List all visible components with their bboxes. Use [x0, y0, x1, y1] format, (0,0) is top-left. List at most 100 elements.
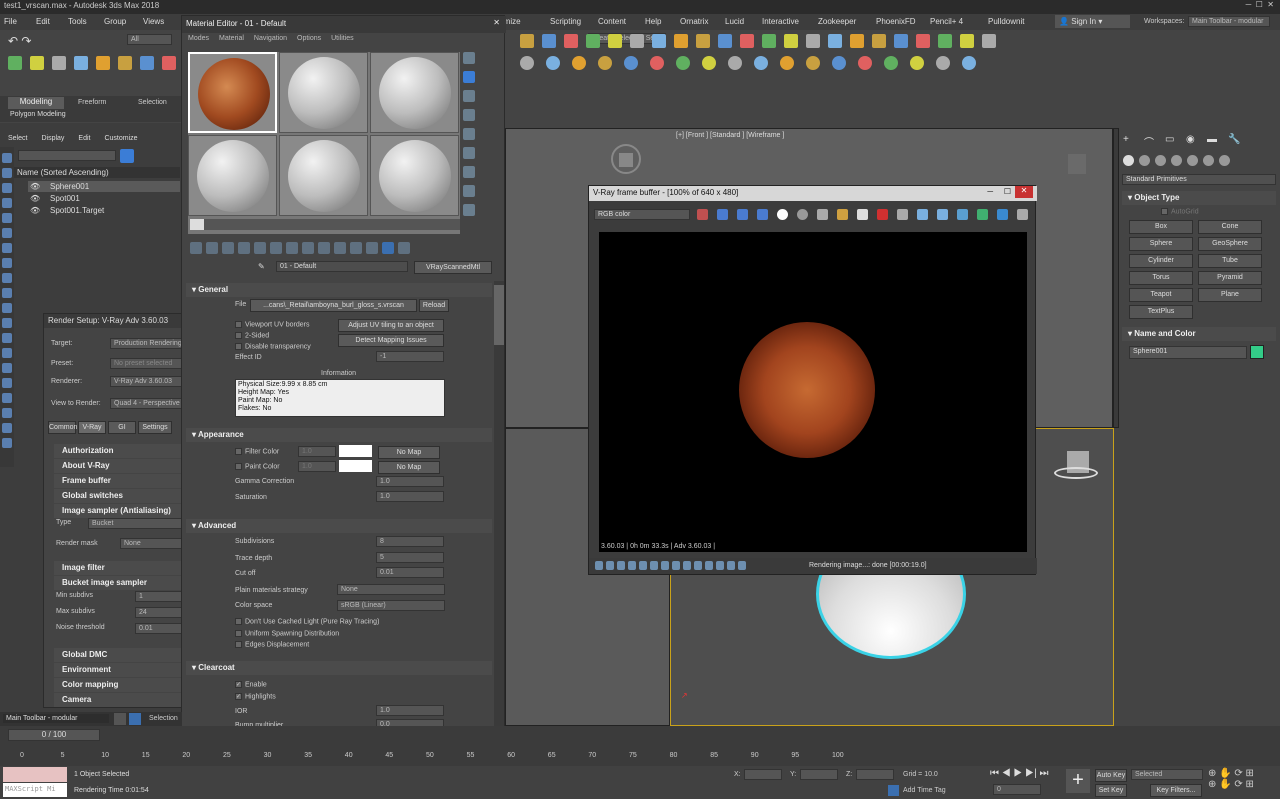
rollout-image-sampler-antialiasing-[interactable]: Image sampler (Antialiasing)	[54, 504, 182, 518]
material-tool-icon[interactable]	[302, 242, 314, 254]
toolbar-tool-icon[interactable]	[8, 56, 22, 70]
menu-item-phoenixfd[interactable]: PhoenixFD	[876, 17, 916, 26]
window-controls[interactable]: ─ ☐ ✕	[1246, 0, 1274, 9]
vfb-bottom-icon[interactable]	[595, 561, 603, 570]
toolbar-tool-icon[interactable]	[30, 56, 44, 70]
vfb-tool-icon[interactable]	[797, 209, 808, 220]
two-sided-checkbox[interactable]: 2-Sided	[235, 332, 269, 339]
set-key-big-icon[interactable]: +	[1066, 769, 1090, 793]
toolbar-tool-icon[interactable]	[630, 34, 644, 48]
toolbar-tool-icon[interactable]	[74, 56, 88, 70]
material-slot[interactable]	[188, 52, 277, 133]
enable-checkbox-box[interactable]: ✓	[235, 681, 242, 688]
object-color-swatch[interactable]	[1250, 345, 1264, 359]
rollout-appearance[interactable]: ▾ Appearance	[186, 428, 492, 442]
toolbar-tool-icon[interactable]	[850, 34, 864, 48]
vfb-bottom-icon[interactable]	[716, 561, 724, 570]
sample-tool-icon[interactable]	[463, 71, 475, 83]
viewcube-icon[interactable]	[611, 144, 641, 174]
detect-mapping-button[interactable]: Detect Mapping Issues	[338, 334, 444, 347]
material-tool-icon[interactable]	[238, 242, 250, 254]
noise-threshold-input[interactable]: 0.01	[135, 623, 182, 634]
primitive-button-tube[interactable]: Tube	[1198, 254, 1262, 268]
grid-icon[interactable]	[129, 713, 141, 725]
menu-item-group[interactable]: Group	[104, 17, 126, 26]
current-frame-input[interactable]: 0	[993, 784, 1041, 795]
create-category-icon[interactable]	[1187, 155, 1198, 166]
scene-list-header[interactable]: Name (Sorted Ascending)	[14, 167, 180, 178]
vfb-bottom-icon[interactable]	[639, 561, 647, 570]
x-field[interactable]	[744, 769, 782, 780]
two-sided-checkbox-box[interactable]	[235, 332, 242, 339]
vfb-bottom-icon[interactable]	[606, 561, 614, 570]
scene-tool-icon[interactable]	[2, 213, 12, 223]
layers-icon[interactable]	[114, 713, 126, 725]
vfb-bottom-icon[interactable]	[628, 561, 636, 570]
vfb-tool-icon[interactable]	[937, 209, 948, 220]
menu-item-pulldownit[interactable]: Pulldownit	[988, 17, 1024, 26]
material-tool-icon[interactable]	[206, 242, 218, 254]
material-tool-icon[interactable]	[350, 242, 362, 254]
menu-item-help[interactable]: Help	[645, 17, 661, 26]
material-slot[interactable]	[279, 52, 368, 133]
uniform-spawning-checkbox-box[interactable]	[235, 630, 242, 637]
scene-tool-icon[interactable]	[2, 363, 12, 373]
primitive-button-box[interactable]: Box	[1129, 220, 1193, 234]
viewcube-perspective-icon[interactable]	[1054, 451, 1102, 487]
undo-redo-icons[interactable]: ↶ ↷	[8, 34, 48, 48]
sample-tool-icon[interactable]	[463, 128, 475, 140]
material-name-input[interactable]: 01 - Default	[276, 261, 408, 272]
rollout-global-dmc[interactable]: Global DMC	[54, 648, 182, 662]
cutoff-spinner[interactable]: 0.01	[376, 567, 444, 578]
object-name-input[interactable]: Sphere001	[1129, 346, 1247, 359]
toolbar-tool-icon[interactable]	[784, 34, 798, 48]
scene-tool-icon[interactable]	[2, 228, 12, 238]
edges-displacement-checkbox-box[interactable]	[235, 641, 242, 648]
rollout-authorization[interactable]: Authorization	[54, 444, 182, 458]
scene-tool-icon[interactable]	[2, 378, 12, 388]
toolbar-tool-icon[interactable]	[858, 56, 872, 70]
edges-displacement-checkbox[interactable]: Edges Displacement	[235, 641, 309, 648]
toolbar-tool-icon[interactable]	[652, 34, 666, 48]
vfb-tool-icon[interactable]	[697, 209, 708, 220]
rollout-environment[interactable]: Environment	[54, 663, 182, 677]
toolbar-tool-icon[interactable]	[872, 34, 886, 48]
name-color-rollout[interactable]: ▾ Name and Color	[1122, 327, 1276, 341]
create-category-icon[interactable]	[1171, 155, 1182, 166]
ribbon-polygon-modeling[interactable]: Polygon Modeling	[10, 111, 66, 118]
primitive-button-plane[interactable]: Plane	[1198, 288, 1262, 302]
material-tool-icon[interactable]	[366, 242, 378, 254]
vfb-tool-icon[interactable]	[917, 209, 928, 220]
vfb-bottom-icon[interactable]	[727, 561, 735, 570]
me-menu-utilities[interactable]: Utilities	[331, 35, 354, 45]
filter-color-checkbox[interactable]: Filter Color	[235, 448, 279, 455]
toolbar-tool-icon[interactable]	[762, 34, 776, 48]
toolbar-tool-icon[interactable]	[806, 34, 820, 48]
command-tab-icon[interactable]: ⌒	[1144, 134, 1154, 149]
material-type-button[interactable]: VRayScannedMtl	[414, 261, 492, 274]
material-tool-icon[interactable]	[318, 242, 330, 254]
toolbar-tool-icon[interactable]	[650, 56, 664, 70]
rollout-general[interactable]: ▾ General	[186, 283, 492, 297]
subdivisions-spinner[interactable]: 8	[376, 536, 444, 547]
toolbar-tool-icon[interactable]	[740, 34, 754, 48]
vfb-bottom-icon[interactable]	[650, 561, 658, 570]
create-category-icon[interactable]	[1139, 155, 1150, 166]
toolbar-tool-icon[interactable]	[728, 56, 742, 70]
viewport-navigation-icons[interactable]: ⊕ ✋ ⟳ ⊞ ⊕ ✋ ⟳ ⊞	[1208, 768, 1278, 796]
selection-filter[interactable]: All	[127, 34, 172, 45]
material-tool-icon[interactable]	[190, 242, 202, 254]
menu-item-content[interactable]: Content	[598, 17, 626, 26]
material-tool-icon[interactable]	[398, 242, 410, 254]
ior-spinner[interactable]: 1.0	[376, 705, 444, 716]
create-category-icon[interactable]	[1123, 155, 1134, 166]
toolbar-tool-icon[interactable]	[960, 34, 974, 48]
sample-tool-icon[interactable]	[463, 166, 475, 178]
disable-transparency-checkbox[interactable]: Disable transparency	[235, 343, 311, 350]
cached-light-checkbox-box[interactable]	[235, 618, 242, 625]
preset-select[interactable]: No preset selected	[110, 358, 182, 369]
toolbar-tool-icon[interactable]	[542, 34, 556, 48]
scene-tool-icon[interactable]	[2, 288, 12, 298]
toolbar-tool-icon[interactable]	[894, 34, 908, 48]
me-menu-navigation[interactable]: Navigation	[254, 35, 287, 45]
